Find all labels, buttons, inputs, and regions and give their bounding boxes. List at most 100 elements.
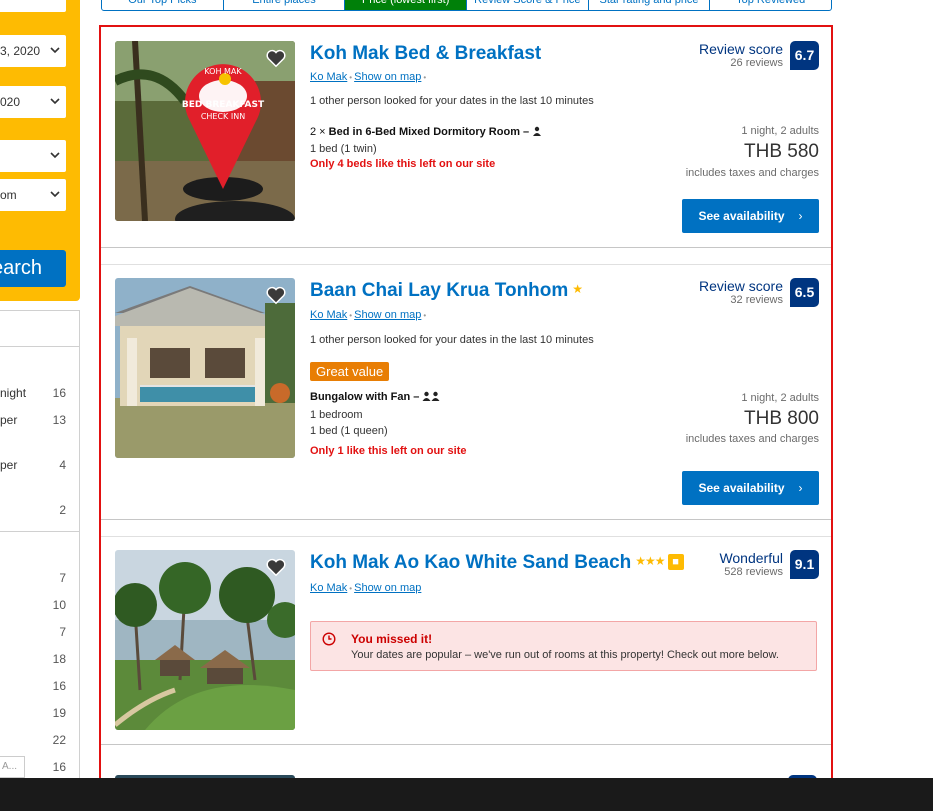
star-rating-icon: ★ (572, 282, 583, 296)
tab-top-picks[interactable]: Our Top Picks (102, 0, 224, 10)
property-photo[interactable] (115, 550, 295, 730)
search-button[interactable]: earch (0, 250, 66, 287)
great-value-badge: Great value (310, 362, 390, 381)
room-name: Bed in 6-Bed Mixed Dormitory Room (328, 126, 520, 138)
see-availability-button[interactable]: See availability › (682, 471, 819, 505)
filter-option-count: 7 (59, 571, 66, 585)
room-name: Bungalow with Fan (310, 391, 411, 403)
card-divider (101, 264, 831, 265)
chevron-down-icon (50, 98, 60, 105)
tab-price-lowest[interactable]: Price (lowest first) (345, 0, 468, 10)
bed-line: 1 bedroom (310, 409, 363, 421)
filter-option-count: 4 (59, 458, 66, 472)
property-photo[interactable] (115, 278, 295, 458)
filter-option-count: 22 (52, 733, 66, 747)
sign-text-top: KOH MAK (204, 67, 242, 76)
property-location: Ko Mak • Show on map • (310, 71, 428, 83)
filter-divider (0, 346, 80, 347)
thumbs-up-icon: ■ (667, 554, 684, 570)
checkin-date-select[interactable]: 3, 2020 (0, 35, 66, 67)
heart-icon[interactable] (265, 284, 287, 306)
bottom-bar (0, 778, 933, 811)
filter-option-count: 13 (52, 413, 66, 427)
show-on-map-link[interactable]: Show on map (354, 309, 421, 321)
bed-info: 1 bedroom 1 bed (1 queen) (310, 407, 388, 439)
star-rating-icon: ★★★ (635, 554, 665, 568)
results-list: KOH MAK BED BREAKFAST CHECK INN Koh Mak … (99, 25, 833, 787)
card-divider (101, 744, 831, 745)
property-title-link[interactable]: Koh Mak Ao Kao White Sand Beach ★★★ ■ (310, 552, 684, 574)
show-on-map-link[interactable]: Show on map (354, 582, 421, 594)
price-occupancy: 1 night, 2 adults (741, 392, 819, 404)
price-taxes-note: includes taxes and charges (685, 433, 819, 445)
separator-dot: • (349, 73, 353, 82)
review-score-badge: 9.1 (790, 550, 819, 579)
review-score-label: Review score (698, 278, 783, 294)
two-guests-icon (422, 391, 440, 401)
location-link[interactable]: Ko Mak (310, 582, 347, 594)
location-link[interactable]: Ko Mak (310, 309, 347, 321)
checkout-date-select[interactable]: 020 (0, 86, 66, 118)
property-card: Baan Chai Lay Krua Tonhom ★ Ko Mak • Show o… (115, 278, 819, 518)
filter-option-count: 19 (52, 706, 66, 720)
sold-out-alert: You missed it! Your dates are popular – … (310, 621, 817, 671)
card-divider (101, 519, 831, 520)
chevron-down-icon (50, 152, 60, 159)
property-title-text: Baan Chai Lay Krua Tonhom (310, 280, 569, 301)
sign-text-bottom: CHECK INN (201, 112, 245, 121)
separator-dot: • (349, 311, 353, 320)
review-count: 26 reviews (730, 57, 783, 69)
checkin-date-value: 3, 2020 (0, 44, 41, 58)
tab-review-score-price[interactable]: Review Score & Price (467, 0, 589, 10)
tab-star-rating-price[interactable]: Star rating and price (589, 0, 711, 10)
see-availability-button[interactable]: See availability › (682, 199, 819, 233)
filter-option-count: 18 (52, 652, 66, 666)
filter-option-label: per (0, 458, 18, 472)
property-photo[interactable]: KOH MAK BED BREAKFAST CHECK INN (115, 41, 295, 221)
tab-entire-places[interactable]: Entire places (224, 0, 346, 10)
scarcity-message: Only 4 beds like this left on our site (310, 158, 496, 170)
property-title-link[interactable]: Koh Mak Bed & Breakfast (310, 43, 541, 65)
property-card: KOH MAK BED BREAKFAST CHECK INN Koh Mak … (115, 41, 819, 236)
show-on-map-link[interactable]: Show on map (354, 71, 421, 83)
bed-line: 1 bed (1 queen) (310, 425, 388, 437)
tab-top-reviewed[interactable]: Top Reviewed (710, 0, 831, 10)
property-title-link[interactable]: Baan Chai Lay Krua Tonhom ★ (310, 280, 583, 302)
separator-dot: • (349, 584, 353, 593)
price-value: THB 580 (744, 141, 819, 162)
room-type: Bungalow with Fan – (310, 391, 440, 403)
property-location: Ko Mak • Show on map • (310, 309, 428, 321)
filter-option-count: 16 (52, 679, 66, 693)
review-count: 32 reviews (730, 294, 783, 306)
search-panel: 3, 2020 020 om • earch (0, 0, 80, 301)
filter-search-input[interactable]: A... (0, 756, 25, 778)
filter-option-label: per (0, 413, 18, 427)
guests-select[interactable] (0, 140, 66, 172)
review-count: 528 reviews (724, 566, 783, 578)
room-dash: – (523, 126, 530, 138)
property-location: Ko Mak • Show on map (310, 582, 421, 594)
filter-option-count: 7 (59, 625, 66, 639)
room-quantity: 2 × (310, 126, 326, 138)
filter-option-count: 16 (52, 760, 66, 774)
card-divider (101, 247, 831, 248)
filter-panel (0, 310, 80, 780)
room-type: 2 × Bed in 6-Bed Mixed Dormitory Room – (310, 126, 542, 138)
price-taxes-note: includes taxes and charges (685, 167, 819, 179)
filter-divider (0, 531, 80, 532)
location-link[interactable]: Ko Mak (310, 71, 347, 83)
filter-option-count: 10 (52, 598, 66, 612)
rooms-select[interactable]: om (0, 179, 66, 211)
review-score-badge: 6.7 (790, 41, 819, 70)
heart-icon[interactable] (265, 556, 287, 578)
card-divider (101, 536, 831, 537)
single-guest-icon (533, 126, 542, 136)
property-title-text: Koh Mak Ao Kao White Sand Beach (310, 552, 632, 573)
recent-views-note: 1 other person looked for your dates in … (310, 95, 594, 107)
destination-field[interactable] (0, 0, 66, 12)
chevron-right-icon: › (798, 209, 803, 223)
clock-icon (322, 632, 336, 646)
sort-tabs: Our Top Picks Entire places Price (lowes… (101, 0, 832, 11)
chevron-down-icon (50, 47, 60, 54)
heart-icon[interactable] (265, 47, 287, 69)
